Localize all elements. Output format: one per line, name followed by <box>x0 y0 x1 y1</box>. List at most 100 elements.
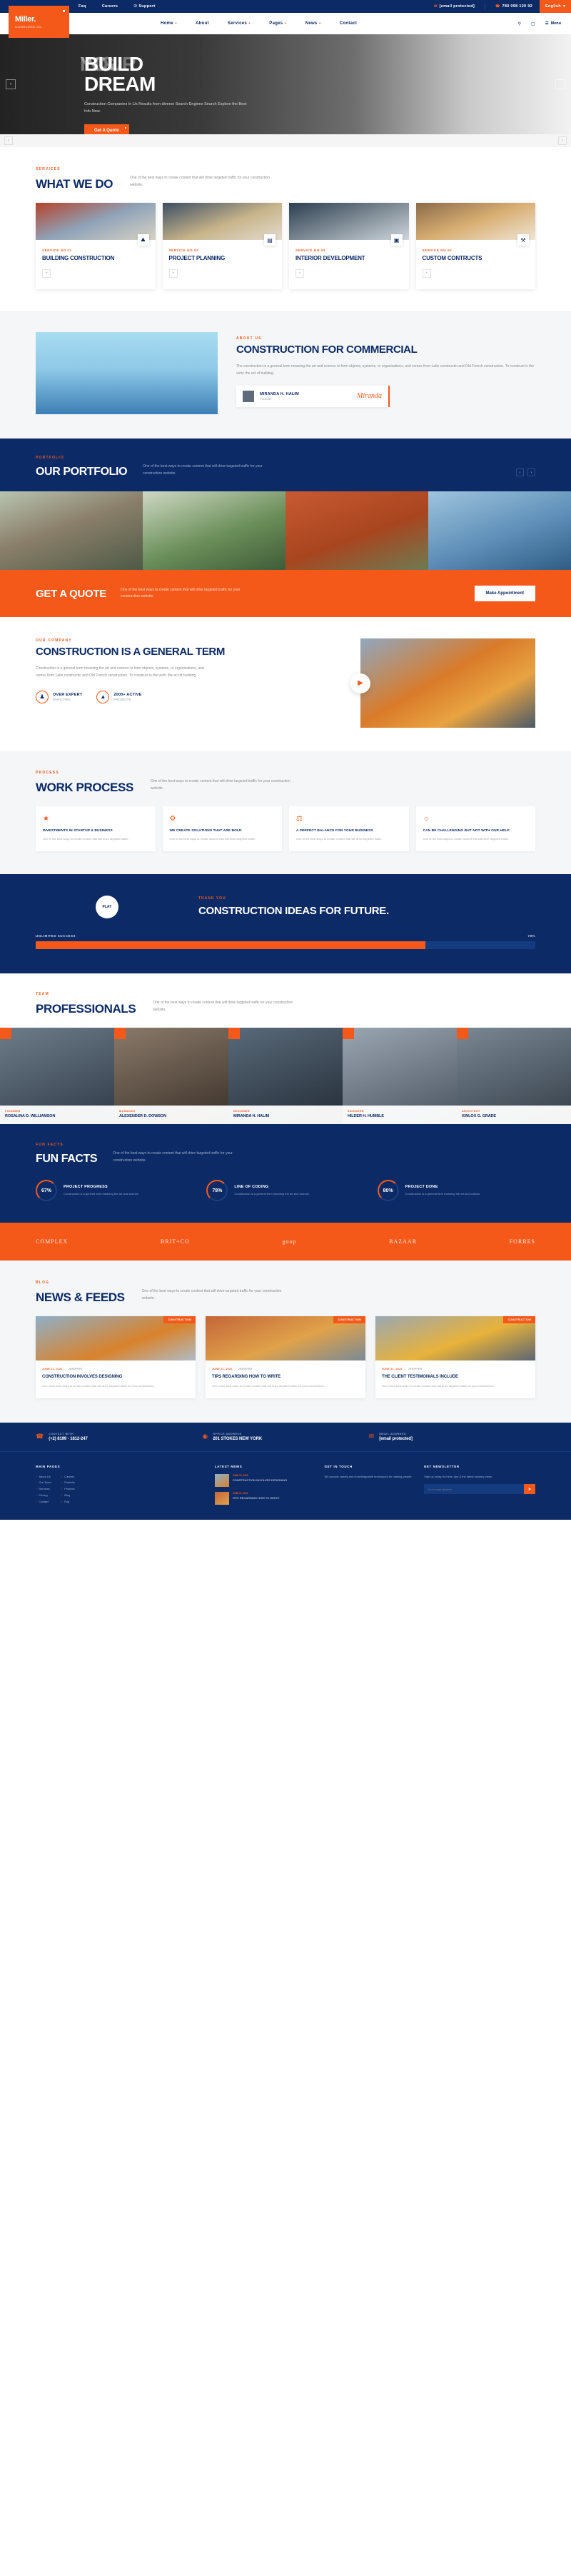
strip-prev-button[interactable]: ‹ <box>4 136 13 145</box>
about-image <box>36 332 218 414</box>
nav-item-services[interactable]: Services + <box>228 21 251 26</box>
hamburger-icon: ☰ <box>545 21 549 26</box>
cart-icon[interactable]: ▢ <box>531 21 535 26</box>
general-image: ▶ <box>350 638 535 728</box>
hero-cta-button[interactable]: Get A Quote <box>84 124 129 134</box>
footer-links-b: Careers Portfolio Projects Blog Faq <box>61 1474 75 1505</box>
hero-title: YOUR BUILD ING DREAM <box>80 54 484 94</box>
contact-value: 201 STOKES NEW YORK <box>213 1436 263 1441</box>
topbar-link-support[interactable]: ☉ Support <box>133 4 155 9</box>
team-subtitle: One of the best ways to create content t… <box>153 1001 293 1012</box>
process-card[interactable]: ★ INVESTMENTS IN STARTUP & BUSINESS One … <box>36 806 156 852</box>
news-badge: CONSTRUCTION <box>333 1316 365 1324</box>
progress-bar <box>36 941 535 950</box>
news-image: CONSTRUCTION <box>36 1316 196 1361</box>
services-section: SERVICES WHAT WE DO One of the best ways… <box>0 147 571 311</box>
portfolio-item[interactable] <box>428 491 571 570</box>
search-icon[interactable]: ⚲ <box>518 21 521 26</box>
language-selector[interactable]: English ▾ <box>539 0 571 13</box>
footer-link[interactable]: Faq <box>61 1499 75 1505</box>
portfolio-next-button[interactable]: › <box>527 468 535 476</box>
nav-item-home[interactable]: Home + <box>161 21 177 26</box>
play-icon[interactable]: ▶ <box>350 673 370 693</box>
nav-item-news[interactable]: News + <box>305 21 321 26</box>
play-button[interactable]: PLAY <box>96 896 118 919</box>
nav-item-pages[interactable]: Pages + <box>269 21 286 26</box>
service-card[interactable]: ⛰ SERVICE NO 01 BUILDING CONSTRUCTION + <box>36 203 156 289</box>
nav-item-about[interactable]: About <box>196 21 209 26</box>
contact-address[interactable]: ◉ OFFICE ADDRESS 201 STOKES NEW YORK <box>202 1433 368 1441</box>
team-member[interactable]: ENGINEER HILDER H. HUMBLE <box>343 1028 457 1125</box>
fact-item: 80% PROJECT DONE Construction is a gener… <box>377 1180 535 1202</box>
service-number: SERVICE NO 02 <box>168 249 199 252</box>
site-logo[interactable]: Miller. Construction Co. <box>9 6 69 38</box>
portfolio-item[interactable] <box>286 491 428 570</box>
plus-icon[interactable]: + <box>42 269 51 278</box>
team-member[interactable]: MANAGER ALEXENDER D. DOWSON <box>114 1028 228 1125</box>
envelope-icon: ✉ <box>434 4 438 9</box>
topbar-link-faq[interactable]: Faq <box>79 4 86 9</box>
process-card[interactable]: ☼ CAN BE CHALLENGING BUT NOT WITH OUR HE… <box>415 806 535 852</box>
newsletter-submit-button[interactable]: ➤ <box>524 1484 535 1495</box>
news-date: JUNE 21, 2022 <box>42 1368 63 1371</box>
process-card[interactable]: ⚖ A PERFECT BALANCE FOR YOUR BUSINESS On… <box>289 806 409 852</box>
team-title: PROFESSIONALS <box>36 1002 136 1016</box>
newsletter-email-input[interactable] <box>424 1484 524 1495</box>
topbar-phone[interactable]: ☎ 780 098 120 92 <box>495 4 532 9</box>
contact-label: CONTACT WITH <box>49 1432 74 1435</box>
team-member[interactable]: DESIGNER MIRANDA H. HALIM <box>228 1028 343 1125</box>
phone-icon: ☎ <box>495 4 500 9</box>
process-card-desc: One of the best ways to create content t… <box>43 837 129 841</box>
make-appointment-button[interactable]: Make Appointment <box>474 586 535 601</box>
team-member[interactable]: FOUNDER ROSALINA D. WILLIAMSON <box>0 1028 114 1125</box>
footer-post[interactable]: JUNE 21, 2022 TIPS REGARDING HOW TO WRIT… <box>214 1491 316 1505</box>
process-card[interactable]: ⚙ WE CREATE SOLUTIONS THAT ARE BOLD One … <box>162 806 282 852</box>
topbar-link-careers[interactable]: Careers <box>102 4 118 9</box>
team-label: TEAM <box>36 992 49 997</box>
process-card-desc: One of the best ways to create content t… <box>423 837 509 841</box>
plus-icon[interactable]: + <box>422 269 431 278</box>
strip-next-button[interactable]: › <box>558 136 567 145</box>
chevron-down-icon: ▾ <box>562 4 565 9</box>
fact-title: PROJECT PROGRESS <box>64 1185 108 1190</box>
footer-link[interactable]: Projects <box>61 1486 75 1493</box>
plus-icon[interactable]: + <box>168 269 178 278</box>
service-card[interactable]: ⚒ SERVICE NO 04 CUSTOM CONTRUCTS + <box>415 203 535 289</box>
nav-item-contact[interactable]: Contact <box>340 21 357 26</box>
footer-link[interactable]: Blog <box>61 1493 75 1499</box>
portfolio-item[interactable] <box>0 491 143 570</box>
news-card[interactable]: CONSTRUCTION JUNE 21, 2022 JENIFFER TIPS… <box>206 1316 365 1398</box>
portfolio-prev-button[interactable]: ‹ <box>516 468 524 476</box>
contact-email[interactable]: ✉ EMAIL ADDRESS [email protected] <box>369 1433 535 1441</box>
portfolio-grid <box>0 491 571 570</box>
process-card-title: A PERFECT BALANCE FOR YOUR BUSINESS <box>296 829 373 833</box>
news-card[interactable]: CONSTRUCTION JUNE 21, 2022 JENIFFER CONS… <box>36 1316 196 1398</box>
footer-link[interactable]: Careers <box>61 1474 75 1480</box>
stat-title: OVER EXPERT <box>53 692 83 697</box>
hero-prev-button[interactable]: ‹ <box>6 79 16 89</box>
send-icon: ➤ <box>527 1487 532 1492</box>
footer-link[interactable]: Contact <box>36 1499 51 1505</box>
footer-link[interactable]: About Us <box>36 1474 51 1480</box>
work-process-section: PROCESS WORK PROCESS One of the best way… <box>0 751 571 875</box>
post-title: CONSTRUCTION INVOLVES DESIGNING <box>232 1478 288 1482</box>
contact-phone[interactable]: ☎ CONTACT WITH (+2) 8199 - 1812-247 <box>36 1433 202 1441</box>
footer-link[interactable]: Pricing <box>36 1493 51 1499</box>
news-card[interactable]: CONSTRUCTION JUNE 21, 2022 JENIFFER THE … <box>375 1316 535 1398</box>
menu-button[interactable]: ☰ Menu <box>545 21 561 26</box>
plus-icon[interactable]: + <box>295 269 304 278</box>
fact-percent: 67% <box>36 1180 57 1202</box>
hero-next-button[interactable]: › <box>555 79 565 89</box>
service-card[interactable]: ▤ SERVICE NO 02 PROJECT PLANNING + <box>162 203 282 289</box>
service-card[interactable]: ▣ SERVICE NO 03 INTERIOR DEVELOPMENT + <box>289 203 409 289</box>
topbar-email[interactable]: ✉ [email protected] <box>434 4 475 9</box>
portfolio-item[interactable] <box>143 491 286 570</box>
footer-link[interactable]: Portfolio <box>61 1480 75 1486</box>
services-title: WHAT WE DO <box>36 177 113 191</box>
footer-link[interactable]: Our Team <box>36 1480 51 1486</box>
news-section: BLOG NEWS & FEEDS One of the best ways t… <box>0 1261 571 1423</box>
footer-link[interactable]: Services <box>36 1486 51 1493</box>
footer-post[interactable]: JUNE 21, 2022 CONSTRUCTION INVOLVES DESI… <box>214 1473 316 1487</box>
top-bar: Faq Careers ☉ Support ✉ [email protected… <box>0 0 571 13</box>
team-member[interactable]: ARCHITECT KINLOX G. GRADE <box>457 1028 571 1125</box>
